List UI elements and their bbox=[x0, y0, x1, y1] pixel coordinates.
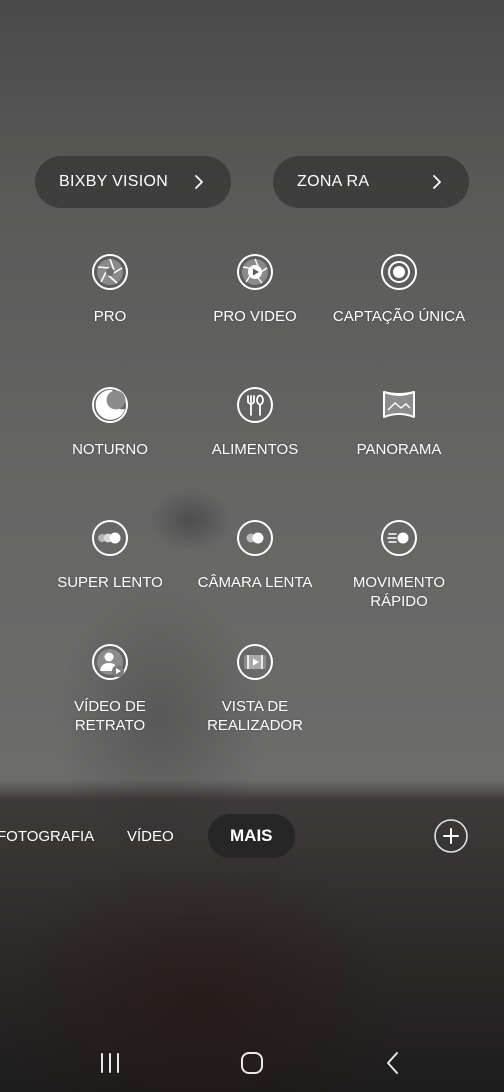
tab-video[interactable]: VÍDEO bbox=[127, 814, 174, 858]
mode-alimentos-label: ALIMENTOS bbox=[211, 441, 299, 458]
mode-noturno[interactable]: NOTURNO bbox=[35, 386, 185, 459]
panorama-icon bbox=[383, 391, 415, 418]
home-icon[interactable] bbox=[237, 1048, 267, 1078]
mode-super-lento-label: SUPER LENTO bbox=[57, 574, 163, 591]
mode-vista-de-realizador[interactable]: VISTA DE REALIZADOR bbox=[180, 643, 330, 735]
mode-pro[interactable]: PRO bbox=[35, 253, 185, 326]
more-modes-panel: BIXBY VISION ZONA RA PRO PRO VIDEO CAPTA… bbox=[0, 0, 504, 792]
mode-camara-lenta[interactable]: CÂMARA LENTA bbox=[180, 519, 330, 592]
moon-icon bbox=[92, 387, 128, 423]
camera-mode-tabs: FOTOGRAFIA VÍDEO MAIS bbox=[0, 812, 504, 860]
plus-icon[interactable] bbox=[434, 819, 468, 853]
bixby-vision-label: BIXBY VISION bbox=[59, 173, 169, 190]
back-icon[interactable] bbox=[378, 1048, 408, 1078]
mode-vista-de-realizador-label: VISTA DE REALIZADOR bbox=[207, 698, 303, 734]
single-take-icon bbox=[381, 254, 417, 290]
tab-mais[interactable]: MAIS bbox=[208, 814, 295, 858]
zona-ra-button[interactable]: ZONA RA bbox=[273, 156, 469, 208]
bixby-vision-button[interactable]: BIXBY VISION bbox=[35, 156, 231, 208]
mode-noturno-label: NOTURNO bbox=[72, 441, 148, 458]
mode-pro-video-label: PRO VIDEO bbox=[213, 308, 297, 325]
slow-motion-icon bbox=[237, 520, 273, 556]
aperture-icon bbox=[92, 254, 128, 290]
tab-fotografia[interactable]: FOTOGRAFIA bbox=[0, 814, 94, 858]
mode-camara-lenta-label: CÂMARA LENTA bbox=[197, 574, 313, 591]
system-navigation-bar bbox=[0, 1036, 504, 1092]
mode-pro-label: PRO bbox=[93, 308, 127, 325]
mode-panorama[interactable]: PANORAMA bbox=[324, 386, 474, 459]
mode-pro-video[interactable]: PRO VIDEO bbox=[180, 253, 330, 326]
portrait-video-icon bbox=[92, 644, 128, 680]
zona-ra-label: ZONA RA bbox=[297, 173, 370, 190]
chevron-right-icon bbox=[195, 175, 203, 189]
mode-movimento-rapido-label: MOVIMENTO RÁPIDO bbox=[352, 574, 446, 610]
directors-view-icon bbox=[237, 644, 273, 680]
mode-captacao-unica-label: CAPTAÇÃO ÚNICA bbox=[332, 308, 466, 325]
mode-panorama-label: PANORAMA bbox=[356, 441, 442, 458]
chevron-right-icon bbox=[433, 175, 441, 189]
aperture-play-icon bbox=[237, 254, 273, 290]
mode-movimento-rapido[interactable]: MOVIMENTO RÁPIDO bbox=[324, 519, 474, 611]
mode-video-de-retrato[interactable]: VÍDEO DE RETRATO bbox=[35, 643, 185, 735]
super-slow-icon bbox=[92, 520, 128, 556]
hyperlapse-icon bbox=[381, 520, 417, 556]
mode-video-de-retrato-label: VÍDEO DE RETRATO bbox=[74, 698, 146, 734]
mode-alimentos[interactable]: ALIMENTOS bbox=[180, 386, 330, 459]
mode-super-lento[interactable]: SUPER LENTO bbox=[35, 519, 185, 592]
recents-icon[interactable] bbox=[95, 1048, 125, 1078]
fork-knife-icon bbox=[237, 387, 273, 423]
mode-captacao-unica[interactable]: CAPTAÇÃO ÚNICA bbox=[324, 253, 474, 326]
